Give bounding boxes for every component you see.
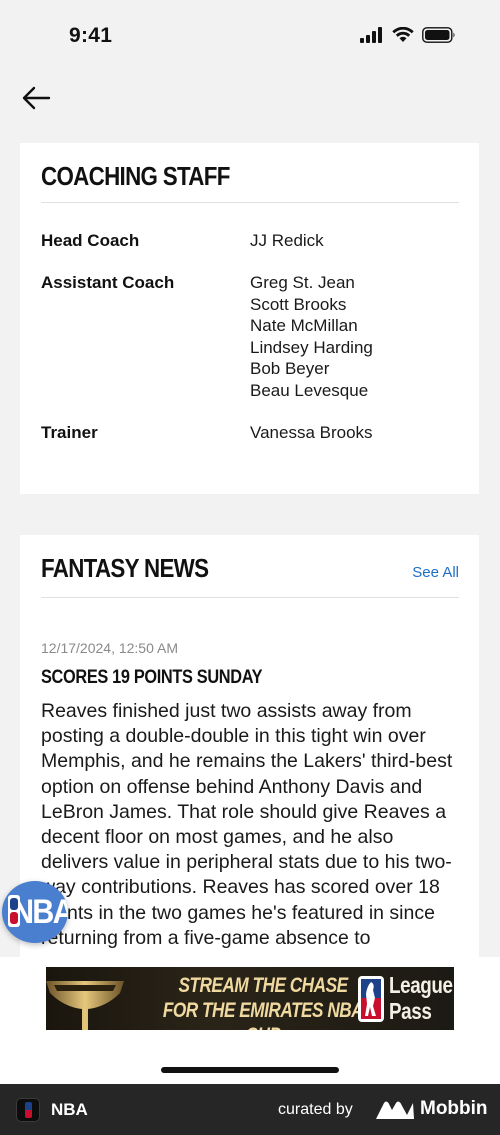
fantasy-news-title: FANTASY NEWS [41, 553, 209, 583]
status-bar: 9:41 [0, 0, 500, 70]
home-indicator [161, 1067, 339, 1073]
nba-logo-icon [8, 895, 20, 927]
staff-row-head-coach: Head Coach JJ Redick [41, 230, 459, 252]
nba-logo [358, 976, 384, 1022]
trophy-icon [46, 981, 124, 1030]
nba-floating-button-label: NBA [12, 893, 68, 931]
status-time: 9:41 [69, 24, 113, 47]
footer-bar: NBA curated by Mobbin [0, 1084, 500, 1135]
staff-names: JJ Redick [250, 231, 324, 250]
back-button[interactable] [18, 82, 54, 114]
news-date: 12/17/2024, 12:50 AM [41, 640, 178, 656]
divider [41, 202, 459, 203]
footer-curated-by: curated by [278, 1101, 353, 1118]
staff-row-assistant-coach: Assistant Coach Greg St. Jean Scott Broo… [41, 272, 459, 401]
nba-logo-icon [361, 979, 381, 1019]
staff-role: Trainer [41, 423, 98, 442]
arrow-left-icon [22, 86, 51, 110]
divider [41, 597, 459, 598]
ad-headline: STREAM THE CHASE FOR THE EMIRATES NBA CU… [159, 973, 367, 1030]
league-pass-line-2: Pass [389, 998, 432, 1024]
fantasy-news-card: FANTASY NEWS See All 12/17/2024, 12:50 A… [20, 535, 479, 975]
wifi-icon [392, 27, 414, 42]
battery-icon [422, 27, 455, 43]
staff-role: Assistant Coach [41, 273, 175, 292]
news-body: Reaves finished just two assists away fr… [41, 700, 453, 949]
signal-icon [360, 27, 382, 43]
staff-row-trainer: Trainer Vanessa Brooks [41, 422, 459, 444]
footer-brand: Mobbin [420, 1098, 488, 1119]
ad-line-1: STREAM THE CHASE [178, 974, 348, 997]
status-icons [360, 27, 456, 43]
coaching-staff-title: COACHING STAFF [41, 161, 230, 191]
league-pass-logo: League Pass [389, 972, 453, 1024]
ad-line-2: FOR THE EMIRATES NBA CUP [162, 999, 364, 1030]
nba-app-icon [16, 1098, 40, 1122]
staff-names: Vanessa Brooks [250, 423, 373, 442]
staff-names: Greg St. Jean Scott Brooks Nate McMillan… [250, 273, 373, 400]
see-all-link[interactable]: See All [412, 564, 459, 581]
mobbin-logo-icon [376, 1101, 414, 1119]
league-pass-line-1: League [389, 972, 453, 998]
footer-app-name: NBA [51, 1100, 88, 1119]
coaching-staff-card: COACHING STAFF Head Coach JJ Redick Assi… [20, 143, 479, 494]
ad-banner[interactable]: STREAM THE CHASE FOR THE EMIRATES NBA CU… [46, 967, 454, 1030]
staff-role: Head Coach [41, 231, 140, 250]
nba-floating-button[interactable]: NBA [2, 881, 68, 943]
news-headline: SCORES 19 POINTS SUNDAY [41, 667, 263, 688]
